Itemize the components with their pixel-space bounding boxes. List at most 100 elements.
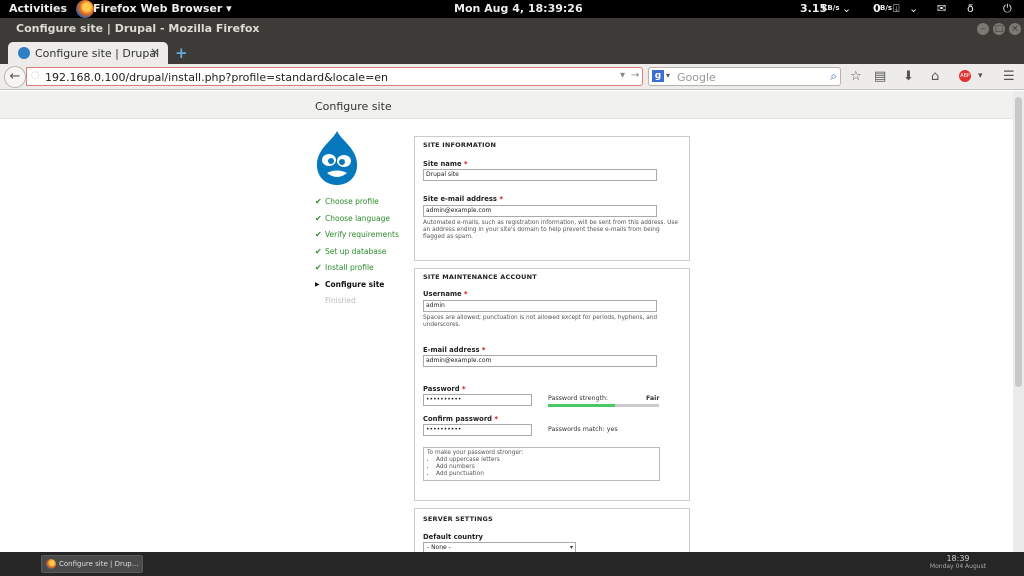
bottom-taskbar: Configure site | Drup... 18:39 Monday 04… <box>0 552 1024 576</box>
drupal-favicon-icon <box>18 47 30 59</box>
search-icon[interactable]: ⌕ <box>830 69 837 84</box>
drupal-logo <box>316 131 358 185</box>
close-window-icon[interactable]: × <box>1009 23 1021 35</box>
go-arrow-icon[interactable]: → <box>631 70 639 81</box>
downloads-icon[interactable]: ⬇ <box>903 69 914 84</box>
account-email-input[interactable]: admin@example.com <box>423 355 657 367</box>
taskbar-item-firefox[interactable]: Configure site | Drup... <box>41 555 143 573</box>
taskbar-time: 18:39 <box>946 554 970 563</box>
menu-icon[interactable]: ☰ <box>1003 69 1015 84</box>
window-titlebar: Configure site | Drupal - Mozilla Firefo… <box>0 18 1024 40</box>
tab-strip: Configure site | Drupal × <box>0 40 1024 65</box>
power-icon[interactable]: ⏻ <box>1003 2 1012 16</box>
page-title: Configure site <box>315 100 392 113</box>
window-title: Configure site | Drupal - Mozilla Firefo… <box>16 22 260 35</box>
step-label: Finished <box>325 296 356 305</box>
keyboard-icon[interactable]: ✉ <box>937 2 946 15</box>
site-email-input[interactable]: admin@example.com <box>423 205 657 217</box>
username-description: Spaces are allowed; punctuation is not a… <box>423 315 658 328</box>
password-input[interactable]: •••••••••• <box>423 394 532 406</box>
scrollbar-thumb[interactable] <box>1015 97 1022 387</box>
engine-dropdown-icon[interactable]: ▾ <box>666 71 670 80</box>
check-icon: ✔ <box>315 230 322 239</box>
page-scrollbar[interactable] <box>1013 91 1024 552</box>
tab-label: Configure site | Drupal <box>35 47 160 60</box>
check-icon: ✔ <box>315 246 322 256</box>
back-button[interactable]: ← <box>4 66 26 88</box>
search-placeholder: Google <box>677 71 716 84</box>
maximize-icon[interactable]: □ <box>993 23 1005 35</box>
home-icon[interactable]: ⌂ <box>931 69 939 84</box>
site-name-label: Site name * <box>423 160 468 168</box>
step-label: Configure site <box>325 279 385 289</box>
net-down-unit: KB/s <box>822 4 840 12</box>
page-viewport: Configure site ✔ Choose profile ✔ Choose l… <box>0 91 1013 552</box>
tab-configure-site[interactable]: Configure site | Drupal × <box>8 42 168 65</box>
site-name-input[interactable]: Drupal site <box>423 169 657 181</box>
site-email-label: Site e-mail address * <box>423 195 503 203</box>
chevron-down-icon: ▾ <box>569 544 573 551</box>
step-label: Set up database <box>325 246 387 256</box>
select-value: - None - <box>427 544 451 551</box>
activities-button[interactable]: Activities <box>9 2 67 15</box>
fieldset-legend: SITE MAINTENANCE ACCOUNT <box>423 273 537 281</box>
abp-icon[interactable]: ABP <box>959 70 971 82</box>
password-strength-fill <box>548 404 615 407</box>
taskbar-date: Monday 04 August <box>929 563 987 570</box>
check-icon: ✔ <box>315 263 322 272</box>
taskbar-clock[interactable]: 18:39 Monday 04 August <box>928 555 988 571</box>
top-clock[interactable]: Mon Aug 4, 18:39:26 <box>454 2 583 15</box>
chevron-down-icon[interactable]: ⌄ <box>842 2 851 15</box>
check-icon: ✔ <box>315 213 322 223</box>
firefox-icon <box>46 559 56 569</box>
net-up-unit: B/s <box>880 4 893 12</box>
current-step-icon: ▶ <box>315 280 320 288</box>
password-label: Password * <box>423 385 466 393</box>
url-text[interactable]: 192.168.0.100/drupal/install.php?profile… <box>45 71 388 84</box>
history-dropdown-icon[interactable]: ▾ <box>620 70 625 81</box>
step-item: ✔ Choose language <box>315 214 399 231</box>
step-item-pending: Finished <box>315 296 399 313</box>
minimize-icon[interactable]: – <box>977 23 989 35</box>
password-strength-label: Password strength: <box>548 395 609 402</box>
check-icon: ✔ <box>315 197 322 206</box>
step-label: Verify requirements <box>325 230 399 239</box>
account-email-label: E-mail address * <box>423 346 486 354</box>
app-menu[interactable]: Firefox Web Browser ▾ <box>93 2 232 15</box>
bookmark-star-icon[interactable]: ☆ <box>850 69 862 84</box>
taskbar-item-label: Configure site | Drup... <box>59 560 139 568</box>
chevron-down-icon[interactable]: ▾ <box>978 71 983 81</box>
close-tab-icon[interactable]: × <box>150 45 160 59</box>
confirm-password-input[interactable]: •••••••••• <box>423 424 532 436</box>
bookmarks-menu-icon[interactable]: ▤ <box>874 69 886 84</box>
confirm-password-label: Confirm password * <box>423 415 498 423</box>
google-icon[interactable]: g <box>652 70 664 82</box>
password-tips-box: To make your password stronger: Add uppe… <box>423 447 660 481</box>
password-tip: Add punctuation <box>436 471 656 478</box>
step-label: Choose profile <box>325 197 379 206</box>
step-item: ✔ Verify requirements <box>315 230 399 247</box>
default-country-label: Default country <box>423 533 483 541</box>
username-input[interactable]: admin <box>423 300 657 312</box>
navigation-bar: ← ◌ 192.168.0.100/drupal/install.php?pro… <box>0 64 1024 90</box>
password-strength-bar <box>548 404 659 407</box>
maintenance-account-fieldset: SITE MAINTENANCE ACCOUNT Username * admi… <box>414 268 690 501</box>
password-strength-value: Fair <box>646 395 660 402</box>
fieldset-legend: SITE INFORMATION <box>423 141 497 149</box>
download-tray-icon[interactable]: ⍗ <box>893 2 900 16</box>
install-steps: ✔ Choose profile ✔ Choose language ✔ Verify… <box>315 197 399 313</box>
step-item: ✔ Choose profile <box>315 197 399 214</box>
site-identity-icon[interactable]: ◌ <box>31 70 40 81</box>
url-bar[interactable]: ◌ 192.168.0.100/drupal/install.php?profi… <box>26 67 643 86</box>
password-match-text: Passwords match: yes <box>548 426 618 433</box>
chevron-down-icon[interactable]: ⌄ <box>909 2 918 15</box>
step-item-current: ▶ Configure site <box>315 280 399 297</box>
new-tab-icon[interactable]: + <box>175 44 188 62</box>
step-item: ✔ Install profile <box>315 263 399 280</box>
input-method-icon[interactable]: ð <box>967 2 974 15</box>
password-tip: Add numbers <box>436 464 656 471</box>
gnome-top-bar: Activities Firefox Web Browser ▾ Mon Aug… <box>0 0 1024 18</box>
search-bar[interactable]: g ▾ Google ⌕ <box>648 67 841 86</box>
default-country-select[interactable]: - None - ▾ <box>423 542 576 552</box>
site-information-fieldset: SITE INFORMATION Site name * Drupal site… <box>414 136 690 261</box>
